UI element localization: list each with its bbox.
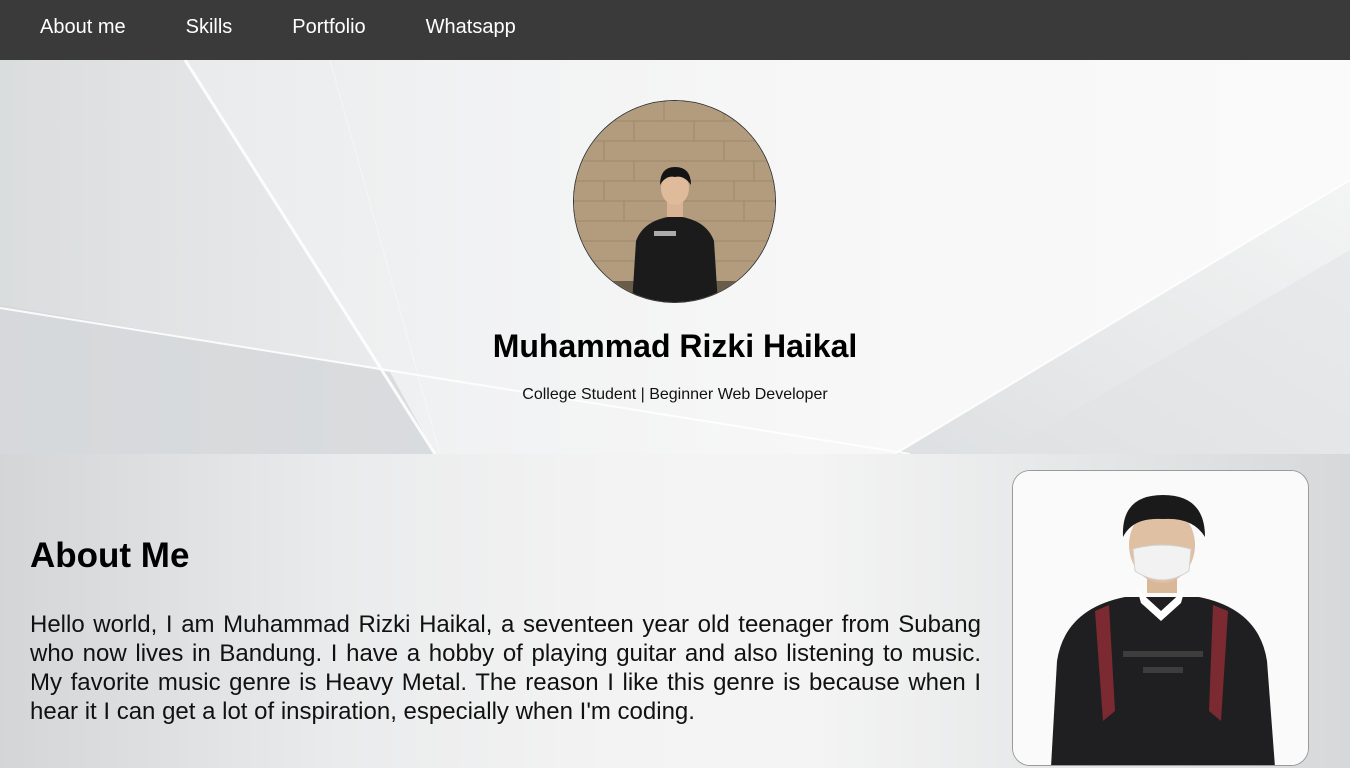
about-photo <box>1012 470 1309 766</box>
profile-tagline: College Student | Beginner Web Developer <box>522 386 828 403</box>
nav-about-me[interactable]: About me <box>40 17 126 43</box>
nav-whatsapp[interactable]: Whatsapp <box>426 17 516 43</box>
profile-avatar <box>573 100 776 303</box>
hero-section: Muhammad Rizki Haikal College Student | … <box>0 60 1350 454</box>
nav-skills[interactable]: Skills <box>186 17 233 43</box>
about-paragraph: Hello world, I am Muhammad Rizki Haikal,… <box>30 611 981 725</box>
about-title: About Me <box>30 536 190 575</box>
top-navbar: About me Skills Portfolio Whatsapp <box>0 0 1350 60</box>
about-section: About Me Hello world, I am Muhammad Rizk… <box>0 454 1350 768</box>
nav-portfolio[interactable]: Portfolio <box>292 17 365 43</box>
profile-name: Muhammad Rizki Haikal <box>492 328 858 364</box>
